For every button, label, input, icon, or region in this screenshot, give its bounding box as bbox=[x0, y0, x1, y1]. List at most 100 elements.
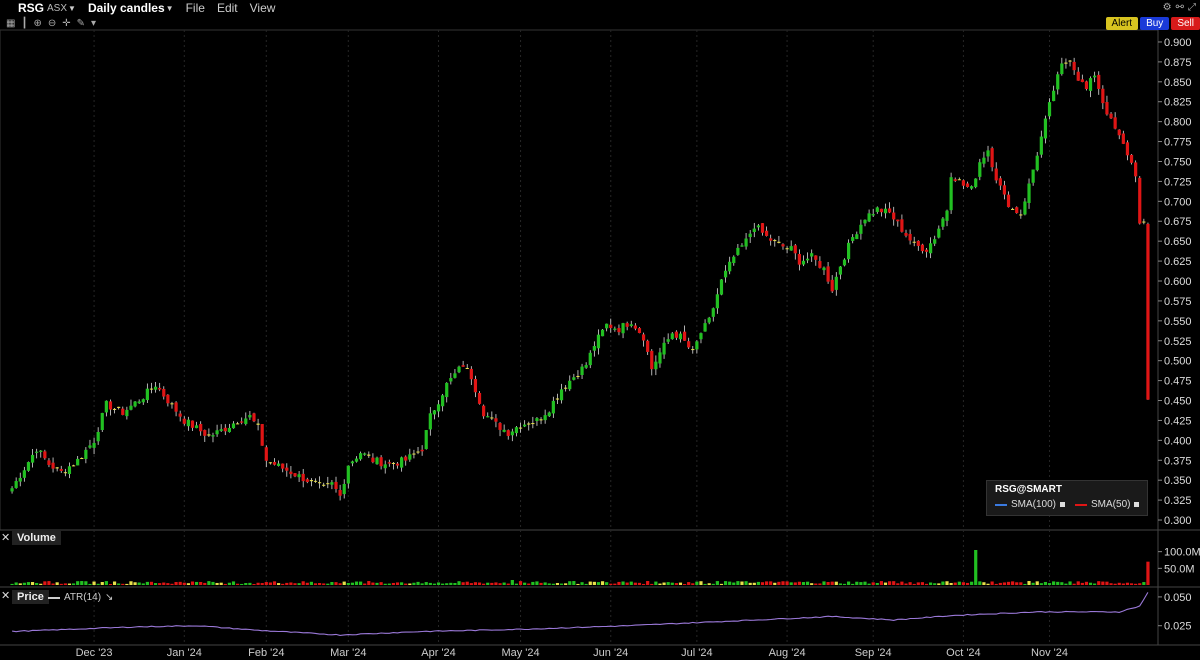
candle-body bbox=[252, 413, 256, 422]
candle-body bbox=[301, 473, 305, 482]
candle-body bbox=[92, 442, 96, 448]
candle-body bbox=[1027, 183, 1031, 203]
candle-body bbox=[334, 481, 338, 490]
sma50-label[interactable]: SMA(50) bbox=[1091, 499, 1130, 510]
candle-body bbox=[67, 466, 72, 474]
volume-bar bbox=[334, 582, 338, 585]
symbol-label[interactable]: RSG bbox=[18, 1, 44, 15]
candle-body bbox=[153, 386, 158, 390]
volume-bar bbox=[781, 581, 785, 585]
candle-body bbox=[482, 405, 486, 417]
volume-bar bbox=[170, 583, 174, 585]
volume-bar bbox=[313, 583, 318, 585]
volume-bar bbox=[810, 583, 814, 585]
volume-bar bbox=[96, 583, 100, 585]
crosshair-icon[interactable]: ✛ bbox=[62, 18, 70, 29]
bar-style-icon[interactable]: ┃ bbox=[21, 18, 27, 29]
atr-swatch bbox=[48, 596, 60, 599]
chevron-down-icon[interactable]: ▼ bbox=[166, 4, 174, 13]
candle-body bbox=[916, 240, 920, 246]
candle-body bbox=[814, 255, 818, 260]
candle-body bbox=[646, 340, 650, 352]
candle-body bbox=[281, 463, 285, 469]
volume-bar bbox=[194, 581, 199, 585]
draw-tool-icon[interactable]: ✎ bbox=[77, 18, 85, 29]
candle-body bbox=[1076, 71, 1080, 81]
sma100-label[interactable]: SMA(100) bbox=[1011, 499, 1056, 510]
volume-bar bbox=[576, 583, 580, 585]
x-tick-label: Aug '24 bbox=[769, 647, 806, 659]
candle-body bbox=[666, 339, 670, 342]
volume-bar bbox=[112, 581, 117, 585]
order-buttons: Alert Buy Sell bbox=[1105, 17, 1200, 30]
volume-bar bbox=[1113, 583, 1117, 585]
zoom-in-icon[interactable]: ⊕ bbox=[33, 18, 41, 29]
candle-body bbox=[1043, 118, 1048, 139]
candle-body bbox=[391, 462, 396, 464]
exchange-label[interactable]: ASX bbox=[47, 3, 67, 14]
volume-bar bbox=[687, 582, 691, 585]
volume-bar bbox=[1072, 583, 1076, 585]
close-icon[interactable]: ✕ bbox=[1, 531, 10, 544]
menu-view[interactable]: View bbox=[250, 1, 276, 15]
candle-body bbox=[1125, 142, 1130, 156]
candle-body bbox=[309, 480, 314, 482]
chevron-down-icon[interactable]: ▾ bbox=[91, 18, 96, 29]
candle-body bbox=[55, 467, 59, 469]
candle-body bbox=[1068, 60, 1072, 62]
volume-bar bbox=[26, 582, 31, 585]
candle-body bbox=[178, 413, 182, 417]
chevron-down-icon[interactable]: ▼ bbox=[68, 4, 76, 13]
volume-bar bbox=[133, 582, 137, 585]
volume-bar bbox=[137, 582, 141, 585]
candle-body bbox=[1146, 223, 1150, 400]
zoom-out-icon[interactable]: ⊖ bbox=[48, 18, 56, 29]
candle-body bbox=[933, 239, 937, 244]
volume-bar bbox=[1002, 582, 1007, 585]
sell-button[interactable]: Sell bbox=[1171, 17, 1200, 30]
alert-button[interactable]: Alert bbox=[1105, 17, 1139, 30]
expand-icon[interactable]: ⤢ bbox=[1188, 2, 1196, 13]
volume-bar bbox=[555, 582, 560, 585]
candle-body bbox=[920, 244, 925, 252]
candle-body bbox=[912, 241, 916, 243]
candle-body bbox=[535, 418, 539, 422]
chart-type-dropdown[interactable]: Daily candles bbox=[88, 1, 165, 15]
volume-bar bbox=[494, 582, 498, 585]
candle-body bbox=[363, 453, 367, 455]
menu-edit[interactable]: Edit bbox=[217, 1, 238, 15]
candle-body bbox=[851, 237, 855, 241]
calendar-icon[interactable]: ▦ bbox=[6, 18, 15, 29]
volume-bar bbox=[1093, 583, 1097, 585]
link-icon[interactable]: ⚯ bbox=[1176, 2, 1184, 13]
candle-body bbox=[748, 233, 752, 238]
candle-body bbox=[1129, 154, 1134, 163]
volume-bar bbox=[47, 581, 51, 585]
price-tick-label: 0.425 bbox=[1164, 415, 1192, 427]
volume-bar bbox=[465, 581, 469, 585]
visibility-icon[interactable] bbox=[1060, 502, 1066, 507]
candle-body bbox=[498, 423, 502, 430]
chart-canvas[interactable]: Dec '23 Jan '24 Feb '24 Mar '24 Apr '24 May '… bbox=[0, 0, 1200, 660]
gear-icon[interactable]: ⚙ bbox=[1163, 2, 1172, 13]
volume-bar bbox=[1019, 582, 1023, 585]
visibility-icon[interactable] bbox=[1134, 502, 1140, 507]
x-tick-label: Mar '24 bbox=[330, 647, 366, 659]
candle-body bbox=[781, 244, 785, 247]
candle-body bbox=[383, 464, 387, 469]
volume-bar bbox=[1031, 582, 1035, 585]
volume-bar bbox=[14, 582, 18, 585]
candle-body bbox=[564, 387, 568, 389]
menu-file[interactable]: File bbox=[186, 1, 205, 15]
price-tick-label: 0.700 bbox=[1164, 196, 1192, 208]
buy-button[interactable]: Buy bbox=[1140, 17, 1170, 30]
candle-body bbox=[350, 461, 355, 464]
volume-bar bbox=[654, 581, 658, 585]
candle-body bbox=[473, 378, 478, 393]
close-icon[interactable]: ✕ bbox=[1, 589, 10, 602]
settings-arrow-icon[interactable]: ↘ bbox=[105, 592, 113, 603]
candle-body bbox=[215, 430, 219, 435]
x-tick-label: Apr '24 bbox=[421, 647, 456, 659]
candle-body bbox=[941, 218, 945, 227]
volume-bar bbox=[383, 583, 387, 585]
